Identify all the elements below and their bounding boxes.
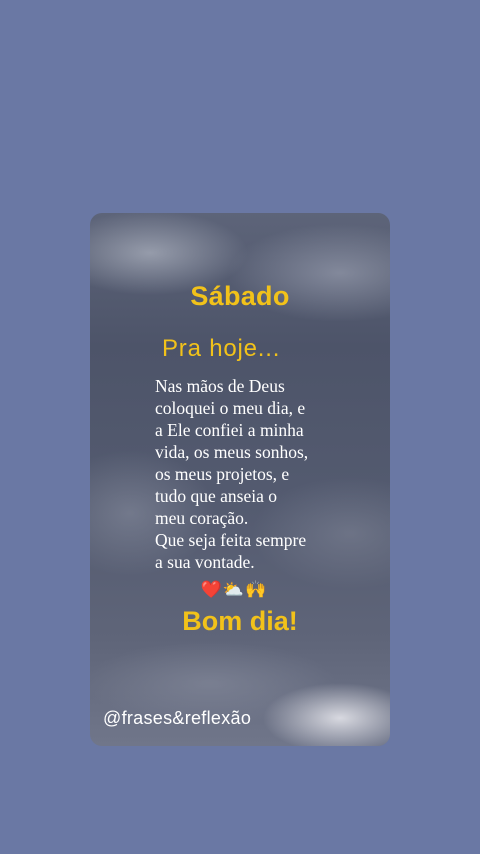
account-handle[interactable]: @frases&reflexão bbox=[103, 708, 251, 729]
message-line: Nas mãos de Deus bbox=[155, 376, 285, 396]
subtitle: Pra hoje... bbox=[162, 335, 281, 362]
message-line: Que seja feita sempre bbox=[155, 530, 307, 550]
emoji-row: ❤️⛅🙌 bbox=[200, 580, 268, 599]
message-text: Nas mãos de Deus coloquei o meu dia, e a… bbox=[155, 375, 385, 573]
message-line: a sua vontade. bbox=[155, 552, 255, 572]
message-line: vida, os meus sonhos, bbox=[155, 442, 309, 462]
message-line: meu coração. bbox=[155, 508, 249, 528]
message-line: coloquei o meu dia, e bbox=[155, 398, 306, 418]
greeting-text: Bom dia! bbox=[182, 606, 298, 636]
message-line: tudo que anseia o bbox=[155, 486, 277, 506]
story-card: Sábado Pra hoje... Nas mãos de Deus colo… bbox=[90, 213, 390, 746]
day-title: Sábado bbox=[190, 281, 290, 311]
message-line: a Ele confiei a minha bbox=[155, 420, 304, 440]
message-line: os meus projetos, e bbox=[155, 464, 290, 484]
